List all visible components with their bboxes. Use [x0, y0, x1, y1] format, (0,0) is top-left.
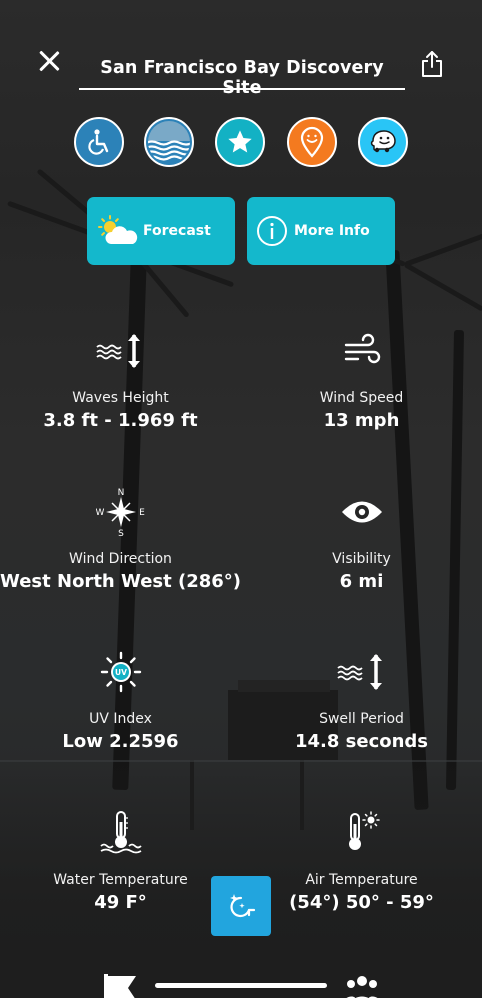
swell-period-value: 14.8 seconds — [294, 731, 429, 752]
waves-height-icon — [95, 334, 140, 368]
swell-period-label: Swell Period — [319, 711, 404, 727]
swell-period-icon — [336, 654, 382, 690]
more-info-button[interactable]: More Info — [247, 197, 395, 265]
forecast-button[interactable]: Forecast — [87, 197, 235, 265]
home-indicator — [155, 983, 327, 988]
uv-index-metric: UV UV Index Low 2.2596 — [0, 647, 241, 752]
visibility-label: Visibility — [332, 551, 391, 567]
favorite-star-icon[interactable] — [215, 117, 265, 167]
wind-direction-label: Wind Direction — [69, 551, 172, 567]
amenity-icons — [0, 117, 482, 167]
compass-s: S — [118, 529, 124, 537]
compass-e: E — [139, 508, 145, 518]
waves-height-label: Waves Height — [72, 390, 169, 406]
eye-icon — [341, 501, 382, 523]
weather-cloud-sun-icon — [98, 215, 138, 244]
uv-sun-icon: UV — [100, 651, 141, 693]
group-people-icon[interactable] — [342, 972, 382, 998]
share-icon[interactable] — [420, 50, 444, 78]
visibility-metric: Visibility 6 mi — [241, 487, 482, 592]
visibility-value: 6 mi — [339, 571, 384, 592]
refresh-sparkle-icon — [230, 894, 256, 918]
accessible-icon[interactable] — [74, 117, 124, 167]
wind-speed-label: Wind Speed — [319, 390, 404, 406]
bottom-bar — [0, 966, 482, 998]
wind-speed-value: 13 mph — [323, 410, 400, 431]
info-icon — [257, 216, 287, 246]
air-thermometer-icon — [348, 811, 380, 850]
site-title: San Francisco Bay Discovery Site — [100, 58, 384, 98]
waves-height-value: 3.8 ft - 1.969 ft — [43, 410, 198, 431]
uv-index-label: UV Index — [89, 711, 152, 727]
air-temperature-metric: Air Temperature (54°) 50° - 59° — [241, 808, 482, 913]
waves-height-metric: Waves Height 3.8 ft - 1.969 ft — [0, 326, 241, 431]
map-pin-icon[interactable] — [287, 117, 337, 167]
refresh-button[interactable] — [211, 876, 271, 936]
forecast-label: Forecast — [143, 223, 211, 239]
water-thermometer-icon — [99, 811, 142, 854]
close-icon[interactable] — [34, 46, 64, 76]
wind-direction-value: West North West (286°) — [0, 571, 242, 592]
uv-badge-text: UV — [115, 668, 127, 677]
water-temperature-metric: Water Temperature 49 F° — [0, 808, 241, 913]
waze-icon[interactable] — [358, 117, 408, 167]
water-temperature-label: Water Temperature — [53, 872, 188, 888]
more-info-label: More Info — [294, 223, 370, 239]
title-underline — [79, 88, 405, 90]
wind-speed-metric: Wind Speed 13 mph — [241, 326, 482, 431]
compass-icon: N E S W — [96, 488, 145, 537]
swell-period-metric: Swell Period 14.8 seconds — [241, 647, 482, 752]
compass-n: N — [117, 488, 124, 498]
flag-icon[interactable] — [102, 972, 142, 998]
air-temperature-value: (54°) 50° - 59° — [289, 892, 434, 913]
water-quality-icon[interactable] — [144, 117, 194, 167]
compass-w: W — [96, 508, 105, 518]
wind-icon — [344, 333, 380, 364]
air-temperature-label: Air Temperature — [305, 872, 418, 888]
wind-direction-metric: N E S W Wind Direction West North West (… — [0, 487, 241, 592]
header: San Francisco Bay Discovery Site — [0, 0, 482, 100]
uv-index-value: Low 2.2596 — [62, 731, 179, 752]
water-temperature-value: 49 F° — [94, 892, 147, 913]
